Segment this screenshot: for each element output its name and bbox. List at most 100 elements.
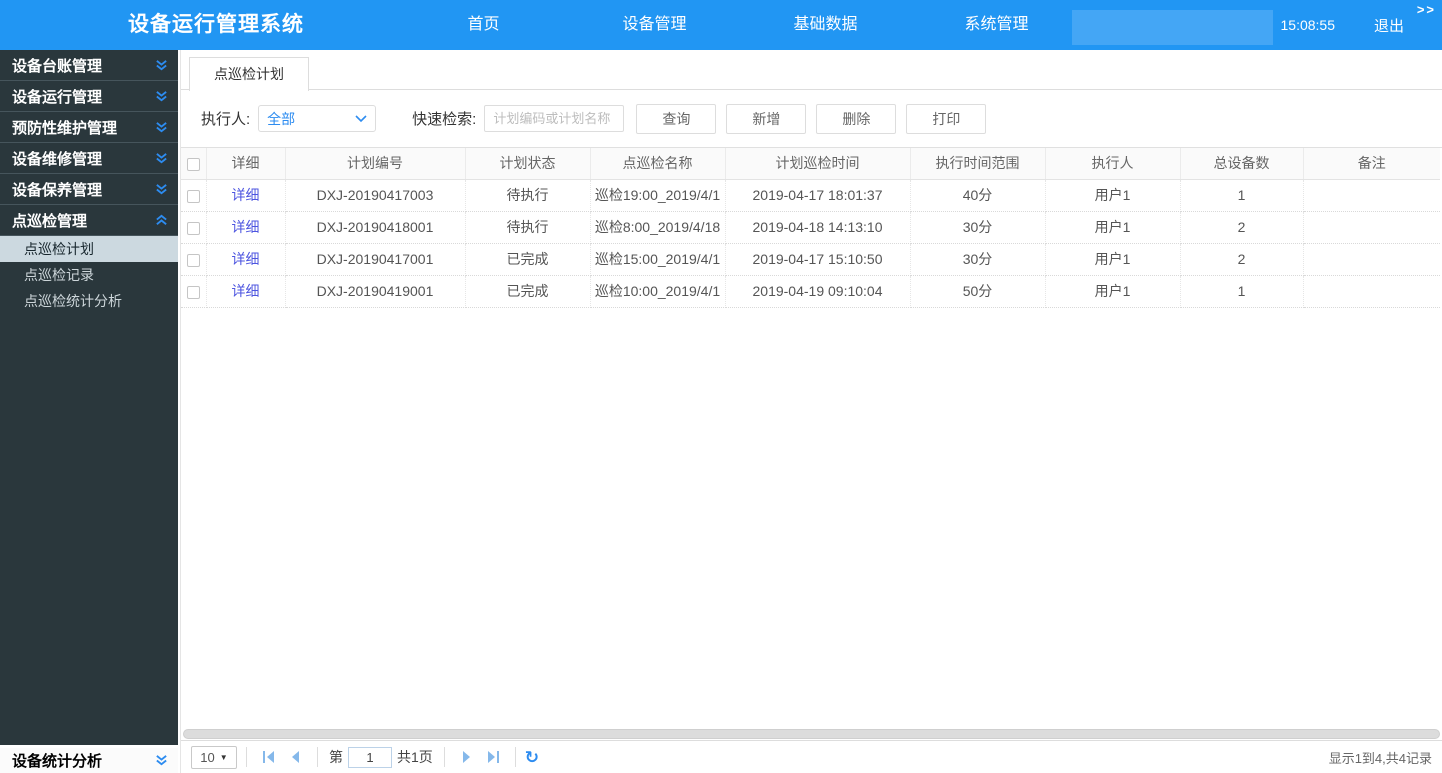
cell-range: 40分 [910,179,1046,212]
sidebar-filler [0,314,178,745]
sidebar-item-equipment-ledger[interactable]: 设备台账管理 [0,50,178,81]
column-header-device-count[interactable]: 总设备数 [1180,148,1304,180]
cell-range: 30分 [910,243,1046,276]
scrollbar-thumb[interactable] [183,728,1440,739]
detail-link[interactable]: 详细 [232,219,260,235]
nav-item-home[interactable]: 首页 [398,0,569,50]
cell-detail: 详细 [206,179,286,212]
cell-status: 已完成 [465,243,591,276]
column-header-range[interactable]: 执行时间范围 [910,148,1046,180]
sidebar-item-label: 预防性维护管理 [12,119,118,137]
column-header-remark[interactable]: 备注 [1303,148,1440,180]
prev-page-icon [292,751,299,763]
total-pages-label: 共1页 [397,749,433,765]
next-page-button[interactable] [454,746,480,768]
chevron-double-down-icon [156,121,167,132]
pager-separator [246,747,247,767]
inspection-plan-table: 详细 计划编号 计划状态 点巡检名称 计划巡检时间 执行时间范围 执行人 总设备… [181,148,1440,308]
column-header-plan-no[interactable]: 计划编号 [285,148,466,180]
column-header-detail[interactable]: 详细 [206,148,286,180]
cell-remark [1303,275,1440,308]
sidebar-item-label: 设备台账管理 [12,57,103,75]
sidebar-item-equipment-operation[interactable]: 设备运行管理 [0,81,178,112]
table-row: 详细 DXJ-20190417003 待执行 巡检19:00_2019/4/1 … [181,179,1440,212]
page-prefix-label: 第 [329,749,343,765]
cell-device-count: 1 [1180,179,1304,212]
sidebar-item-equipment-repair[interactable]: 设备维修管理 [0,143,178,174]
sidebar-collapse-toggle[interactable]: >> [1417,2,1436,17]
cell-range: 30分 [910,211,1046,244]
cell-checkbox [181,179,207,212]
cell-plan-no: DXJ-20190417001 [285,243,466,276]
sidebar-item-label: 设备统计分析 [12,753,103,770]
data-grid: 详细 计划编号 计划状态 点巡检名称 计划巡检时间 执行时间范围 执行人 总设备… [181,147,1442,727]
sidebar-item-equipment-statistics[interactable]: 设备统计分析 [0,745,178,773]
add-button[interactable]: 新增 [726,103,807,134]
pagination-summary: 显示1到4,共4记录 [1328,750,1432,766]
sidebar: 设备台账管理 设备运行管理 预防性维护管理 设备维修管理 设备保养管理 点巡检管… [0,50,180,773]
cell-checkbox [181,243,207,276]
main-content: 点巡检计划 执行人: 全部 快速检索: 查询 新增 删除 打印 [180,50,1442,773]
cell-status: 待执行 [465,179,591,212]
print-button[interactable]: 打印 [906,103,987,134]
cell-checkbox [181,211,207,244]
sidebar-subitem-inspection-record[interactable]: 点巡检记录 [0,262,178,288]
nav-item-system[interactable]: 系统管理 [911,0,1082,50]
column-header-name[interactable]: 点巡检名称 [590,148,726,180]
sidebar-item-inspection-management[interactable]: 点巡检管理 [0,205,178,236]
sidebar-item-label: 点巡检管理 [12,212,88,230]
select-all-checkbox[interactable] [186,158,200,172]
sidebar-item-preventive-maintenance[interactable]: 预防性维护管理 [0,112,178,143]
cell-name: 巡检15:00_2019/4/1 [590,243,726,276]
header-highlight-box [1072,10,1273,45]
last-page-button[interactable] [480,746,506,768]
column-header-status[interactable]: 计划状态 [465,148,591,180]
cell-name: 巡检8:00_2019/4/18 [590,211,726,244]
cell-executor: 用户1 [1045,211,1181,244]
detail-link[interactable]: 详细 [232,251,260,267]
page-number-input[interactable] [348,746,392,768]
chevron-double-down-icon [156,152,167,163]
detail-link[interactable]: 详细 [232,187,260,203]
cell-plan-no: DXJ-20190417003 [285,179,466,212]
delete-button[interactable]: 删除 [816,103,897,134]
row-checkbox[interactable] [186,285,200,299]
page-size-select[interactable]: 10 ▼ [191,745,237,769]
cell-time: 2019-04-17 18:01:37 [725,179,911,212]
horizontal-scrollbar[interactable] [181,727,1442,740]
dropdown-caret-icon: ▼ [219,752,228,762]
cell-status: 已完成 [465,275,591,308]
quick-search-input[interactable] [484,105,625,132]
cell-plan-no: DXJ-20190419001 [285,275,466,308]
column-header-time[interactable]: 计划巡检时间 [725,148,911,180]
sidebar-subitem-inspection-plan[interactable]: 点巡检计划 [0,236,178,262]
clock-display: 15:08:55 [1280,17,1336,33]
nav-item-basic-data[interactable]: 基础数据 [740,0,911,50]
row-checkbox[interactable] [186,221,200,235]
row-checkbox[interactable] [186,253,200,267]
prev-page-button[interactable] [282,746,308,768]
cell-executor: 用户1 [1045,179,1181,212]
column-header-executor[interactable]: 执行人 [1045,148,1181,180]
tab-inspection-plan[interactable]: 点巡检计划 [189,57,309,91]
chevron-down-icon [355,114,367,122]
query-button[interactable]: 查询 [636,103,717,134]
sidebar-item-label: 设备保养管理 [12,181,103,199]
refresh-icon[interactable]: ↻ [525,749,539,766]
chevron-double-down-icon [156,59,167,70]
sidebar-subitem-label: 点巡检记录 [24,267,94,283]
detail-link[interactable]: 详细 [232,283,260,299]
cell-detail: 详细 [206,243,286,276]
cell-detail: 详细 [206,275,286,308]
sidebar-subitem-inspection-statistics[interactable]: 点巡检统计分析 [0,288,178,314]
pager-separator [514,747,516,767]
cell-range: 50分 [910,275,1046,308]
nav-item-equipment[interactable]: 设备管理 [569,0,740,50]
sidebar-subitem-label: 点巡检统计分析 [24,293,122,309]
chevron-double-down-icon [156,183,167,194]
executor-select[interactable]: 全部 [258,105,377,132]
logout-button[interactable]: 退出 [1374,15,1404,36]
row-checkbox[interactable] [186,189,200,203]
sidebar-item-equipment-upkeep[interactable]: 设备保养管理 [0,174,178,205]
first-page-button[interactable] [256,746,282,768]
